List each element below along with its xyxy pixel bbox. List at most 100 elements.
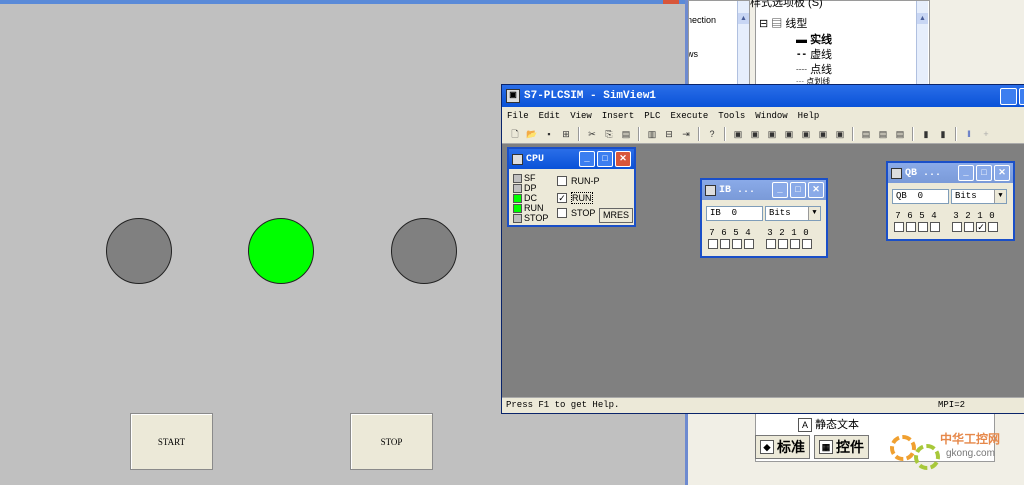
minimize-button[interactable]: _	[579, 151, 595, 167]
insert-pq-icon[interactable]: ▣	[782, 127, 796, 141]
new-icon[interactable]: 🗋	[508, 127, 522, 141]
bit-checkbox[interactable]	[988, 222, 998, 232]
controls-icon: ▦	[819, 440, 833, 454]
toolbar-separator	[578, 126, 580, 141]
minimize-button[interactable]: _	[958, 165, 974, 181]
next-scan-icon[interactable]: +	[979, 127, 993, 141]
hmi-title-bar	[0, 0, 685, 4]
paste-icon[interactable]: ▤	[619, 127, 633, 141]
mode-run[interactable]: ✓ RUN	[557, 192, 593, 204]
menu-window[interactable]: Window	[755, 111, 787, 121]
tree-item[interactable]: ▬ 实线	[796, 31, 832, 47]
start-button[interactable]: START	[130, 413, 213, 470]
insert-input-icon[interactable]: ▣	[731, 127, 745, 141]
insert-vertical-bits-icon[interactable]: ▤	[876, 127, 890, 141]
network-icon[interactable]: ⊞	[559, 127, 573, 141]
tree-root[interactable]: ⊟ ▤ 线型	[759, 15, 807, 31]
bit-checkbox[interactable]: ✓	[976, 222, 986, 232]
panel-text: nection	[688, 15, 717, 25]
tree-item-label: 实线	[810, 34, 833, 46]
scroll-up-icon[interactable]: ▲	[738, 13, 749, 24]
maximize-button[interactable]: □	[597, 151, 613, 167]
pin-icon[interactable]: ⇥	[679, 127, 693, 141]
insert-stacks-icon[interactable]: ▤	[893, 127, 907, 141]
insert-output-icon[interactable]: ▣	[765, 127, 779, 141]
stop-checkbox[interactable]	[557, 208, 567, 218]
bit-checkbox[interactable]	[744, 239, 754, 249]
bit-checkbox[interactable]	[906, 222, 916, 232]
maximize-button[interactable]: □	[790, 182, 806, 198]
ib-address-field[interactable]: IB 0	[706, 206, 763, 221]
menu-plc[interactable]: PLC	[644, 111, 660, 121]
tab-standard[interactable]: ◆ 标准	[755, 435, 810, 459]
insert-pi-icon[interactable]: ▣	[748, 127, 762, 141]
qb-format-select[interactable]: Bits ▼	[951, 189, 1007, 204]
close-button[interactable]: ✕	[615, 151, 631, 167]
cpu-title-bar[interactable]: CPU _ □ ✕	[509, 149, 634, 169]
run-p-checkbox[interactable]	[557, 176, 567, 186]
close-button[interactable]: ✕	[994, 165, 1010, 181]
scrollbar[interactable]: ▲	[737, 1, 749, 85]
bit-checkbox[interactable]	[802, 239, 812, 249]
menu-tools[interactable]: Tools	[718, 111, 745, 121]
maximize-button[interactable]: □	[976, 165, 992, 181]
save-icon[interactable]: ▪	[542, 127, 556, 141]
tree-item[interactable]: ╍ 虚线	[796, 46, 832, 62]
bit-checkbox[interactable]	[790, 239, 800, 249]
bit-checkbox[interactable]	[894, 222, 904, 232]
open-icon[interactable]: 📂	[525, 127, 539, 141]
bit-checkbox[interactable]	[732, 239, 742, 249]
single-scan-icon[interactable]: ▮	[919, 127, 933, 141]
hmi-close-button[interactable]	[663, 0, 679, 4]
scrollbar[interactable]: ▲	[916, 1, 928, 87]
pause-icon[interactable]: ‖	[962, 127, 976, 141]
mode-run-p[interactable]: RUN-P	[557, 176, 600, 186]
bit-checkbox[interactable]	[766, 239, 776, 249]
insert-memory-icon[interactable]: ▣	[799, 127, 813, 141]
chevron-down-icon[interactable]: ▼	[994, 190, 1006, 203]
cut-icon[interactable]: ✂	[585, 127, 599, 141]
menu-view[interactable]: View	[570, 111, 592, 121]
continuous-scan-icon[interactable]: ▮	[936, 127, 950, 141]
bit-checkbox[interactable]	[720, 239, 730, 249]
menu-help[interactable]: Help	[798, 111, 820, 121]
insert-timer-icon[interactable]: ▣	[816, 127, 830, 141]
minimize-button[interactable]	[1000, 88, 1017, 105]
tree-item[interactable]: ┈ 点线	[796, 61, 832, 77]
menu-file[interactable]: File	[507, 111, 529, 121]
tab-controls[interactable]: ▦ 控件	[814, 435, 869, 459]
bit-checkbox[interactable]	[964, 222, 974, 232]
gear-icon	[890, 435, 916, 461]
maximize-button[interactable]	[1019, 88, 1024, 105]
bit-checkbox[interactable]	[708, 239, 718, 249]
run-checkbox[interactable]: ✓	[557, 193, 567, 203]
stop-button[interactable]: STOP	[350, 413, 433, 470]
scroll-up-icon[interactable]: ▲	[917, 13, 928, 24]
menu-execute[interactable]: Execute	[670, 111, 708, 121]
ib-format-select[interactable]: Bits ▼	[765, 206, 821, 221]
mode-label: STOP	[571, 208, 596, 218]
bit-checkbox[interactable]	[778, 239, 788, 249]
toolbar-separator	[912, 126, 914, 141]
cascade-icon[interactable]: ▥	[645, 127, 659, 141]
bit-checkbox[interactable]	[918, 222, 928, 232]
bit-checkbox[interactable]	[930, 222, 940, 232]
qb-address-field[interactable]: QB 0	[892, 189, 949, 204]
insert-variable-icon[interactable]: ▤	[859, 127, 873, 141]
ib-title-bar[interactable]: IB ... _ □ ✕	[702, 180, 826, 200]
menu-insert[interactable]: Insert	[602, 111, 634, 121]
palette-item[interactable]: A 静态文本	[798, 416, 859, 432]
plcsim-title-bar[interactable]: ▣ S7-PLCSIM - SimView1	[502, 85, 1024, 107]
chevron-down-icon[interactable]: ▼	[808, 207, 820, 220]
minimize-button[interactable]: _	[772, 182, 788, 198]
menu-edit[interactable]: Edit	[539, 111, 561, 121]
copy-icon[interactable]: ⎘	[602, 127, 616, 141]
insert-counter-icon[interactable]: ▣	[833, 127, 847, 141]
qb-title-bar[interactable]: QB ... _ □ ✕	[888, 163, 1013, 183]
mres-button[interactable]: MRES	[599, 208, 633, 223]
help-icon[interactable]: ?	[705, 127, 719, 141]
close-button[interactable]: ✕	[808, 182, 824, 198]
tile-icon[interactable]: ⊟	[662, 127, 676, 141]
mode-stop[interactable]: STOP	[557, 208, 595, 218]
bit-checkbox[interactable]	[952, 222, 962, 232]
